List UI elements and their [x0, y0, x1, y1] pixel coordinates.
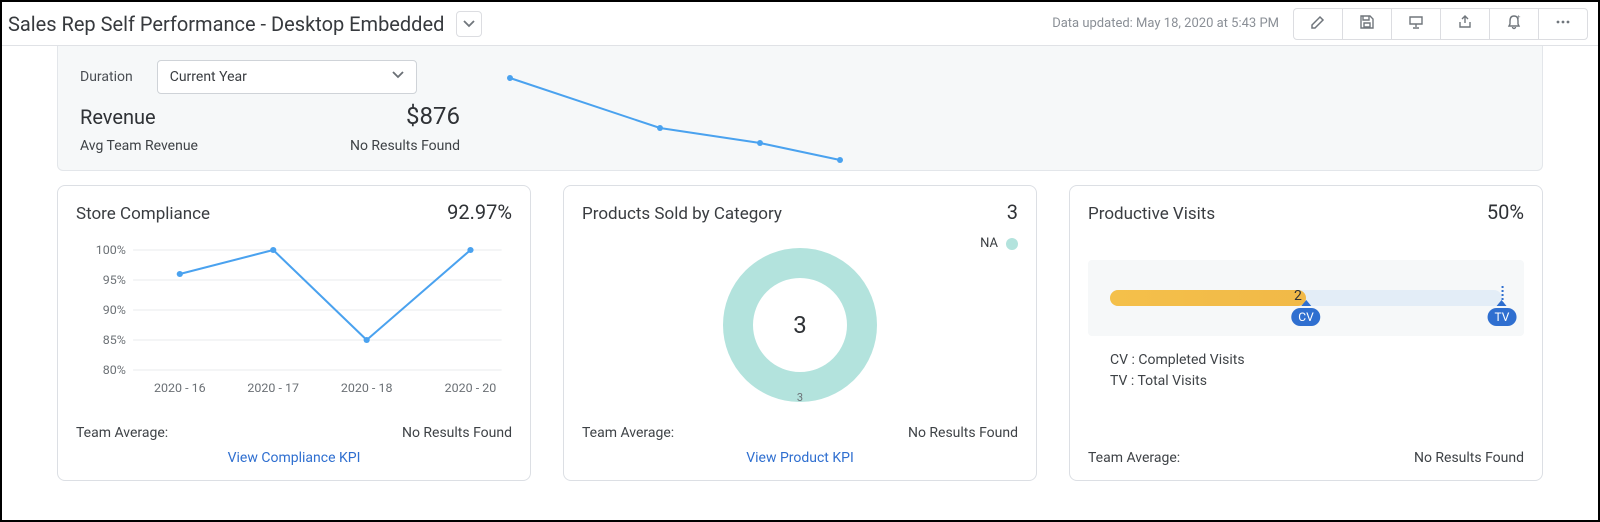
save-button[interactable] — [1343, 9, 1392, 39]
cv-legend-line: CV : Completed Visits — [1110, 350, 1524, 371]
presentation-icon — [1408, 14, 1424, 34]
productive-visits-bar-fill — [1110, 290, 1306, 306]
productive-visits-kpi: 50% — [1487, 200, 1524, 224]
page-title-dropdown-icon[interactable] — [456, 11, 482, 37]
ytick-label: 90% — [103, 303, 126, 317]
team-average-label: Team Average: — [76, 425, 168, 441]
products-sold-body: NA 3 3 — [582, 230, 1018, 419]
cv-marker-label: CV — [1291, 308, 1320, 326]
donut-center-value: 3 — [715, 240, 885, 410]
topbar-left: Sales Rep Self Performance - Desktop Emb… — [8, 11, 482, 37]
products-sold-footer: Team Average: No Results Found — [582, 425, 1018, 441]
products-sold-kpi: 3 — [1007, 200, 1018, 224]
store-compliance-card: Store Compliance 92.97% 100% 95% — [57, 185, 531, 481]
cards-row: Store Compliance 92.97% 100% 95% — [57, 185, 1543, 481]
team-average-value: No Results Found — [1414, 450, 1524, 466]
donut-slice-label: 3 — [715, 391, 885, 404]
store-compliance-link-row: View Compliance KPI — [76, 447, 512, 466]
productive-visits-legend: CV : Completed Visits TV : Total Visits — [1088, 350, 1524, 392]
products-sold-title: Products Sold by Category — [582, 204, 782, 224]
revenue-label: Revenue — [80, 105, 156, 129]
view-product-kpi-link[interactable]: View Product KPI — [746, 450, 854, 466]
present-button[interactable] — [1392, 9, 1441, 39]
pencil-icon — [1310, 14, 1326, 34]
more-actions-button[interactable] — [1539, 9, 1587, 39]
duration-select[interactable]: Current Year — [157, 60, 417, 94]
duration-label: Duration — [80, 69, 133, 85]
store-compliance-chart: 100% 95% 90% 85% 80% 2020 - 16 2020 - 17 — [76, 230, 512, 419]
team-average-value: No Results Found — [402, 425, 512, 441]
store-compliance-footer: Team Average: No Results Found — [76, 425, 512, 441]
edit-button[interactable] — [1294, 9, 1343, 39]
products-donut: 3 3 — [715, 240, 885, 410]
ytick-label: 85% — [103, 333, 126, 347]
tv-legend-line: TV : Total Visits — [1110, 371, 1524, 392]
save-icon — [1359, 14, 1375, 34]
productive-visits-header: Productive Visits 50% — [1088, 200, 1524, 224]
dashboard-canvas: Duration Current Year Revenue $876 Avg T… — [2, 46, 1598, 489]
ytick-label: 95% — [103, 273, 126, 287]
svg-text:+: + — [1517, 14, 1521, 21]
summary-card: Duration Current Year Revenue $876 Avg T… — [57, 46, 1543, 171]
xtick-label: 2020 - 18 — [341, 381, 393, 395]
notifications-button[interactable]: + — [1490, 9, 1539, 39]
duration-select-value: Current Year — [170, 69, 247, 85]
avg-team-revenue-label: Avg Team Revenue — [80, 138, 198, 154]
xtick-label: 2020 - 20 — [445, 381, 497, 395]
team-average-label: Team Average: — [582, 425, 674, 441]
view-compliance-kpi-link[interactable]: View Compliance KPI — [228, 450, 361, 466]
productive-visits-title: Productive Visits — [1088, 204, 1215, 224]
ytick-label: 80% — [103, 363, 126, 377]
productive-visits-bar-wrap: 2 CV TV — [1088, 260, 1524, 336]
productive-visits-card: Productive Visits 50% 2 CV TV — [1069, 185, 1543, 481]
summary-sparkline — [500, 60, 1060, 154]
duration-filter-row: Duration Current Year — [80, 60, 460, 94]
products-sold-card: Products Sold by Category 3 NA 3 3 — [563, 185, 1037, 481]
share-button[interactable] — [1441, 9, 1490, 39]
store-compliance-title: Store Compliance — [76, 204, 210, 224]
share-icon — [1457, 14, 1473, 34]
xtick-label: 2020 - 16 — [154, 381, 206, 395]
productive-visits-bar-track: 2 CV TV — [1110, 290, 1502, 306]
toolbar: + — [1293, 8, 1588, 40]
store-compliance-kpi: 92.97% — [447, 200, 512, 224]
ytick-label: 100% — [96, 243, 126, 257]
revenue-value: $876 — [406, 102, 460, 130]
page-title: Sales Rep Self Performance - Desktop Emb… — [8, 12, 444, 36]
data-updated-text: Data updated: May 18, 2020 at 5:43 PM — [1052, 16, 1279, 31]
tv-marker: TV — [1488, 306, 1517, 325]
productive-visits-body: 2 CV TV CV : Completed Visits TV : Total… — [1088, 230, 1524, 444]
team-average-label: Team Average: — [1088, 450, 1180, 466]
products-sold-header: Products Sold by Category 3 — [582, 200, 1018, 224]
productive-visits-footer: Team Average: No Results Found — [1088, 450, 1524, 466]
products-sold-link-row: View Product KPI — [582, 447, 1018, 466]
legend-na: NA — [980, 236, 1018, 251]
store-compliance-header: Store Compliance 92.97% — [76, 200, 512, 224]
legend-na-label: NA — [980, 236, 998, 251]
ellipsis-icon — [1555, 14, 1571, 34]
chevron-down-icon — [392, 69, 404, 85]
legend-na-swatch — [1006, 238, 1018, 250]
team-average-value: No Results Found — [908, 425, 1018, 441]
bell-icon: + — [1506, 14, 1522, 34]
xtick-label: 2020 - 17 — [247, 381, 299, 395]
tv-marker-label: TV — [1488, 308, 1517, 326]
topbar: Sales Rep Self Performance - Desktop Emb… — [2, 2, 1598, 46]
revenue-row: Revenue $876 — [80, 102, 460, 130]
cv-marker: CV — [1291, 306, 1320, 325]
avg-team-revenue-value: No Results Found — [350, 138, 460, 154]
topbar-right: Data updated: May 18, 2020 at 5:43 PM — [1052, 8, 1588, 40]
avg-team-revenue-row: Avg Team Revenue No Results Found — [80, 138, 460, 154]
summary-left: Duration Current Year Revenue $876 Avg T… — [80, 60, 460, 154]
